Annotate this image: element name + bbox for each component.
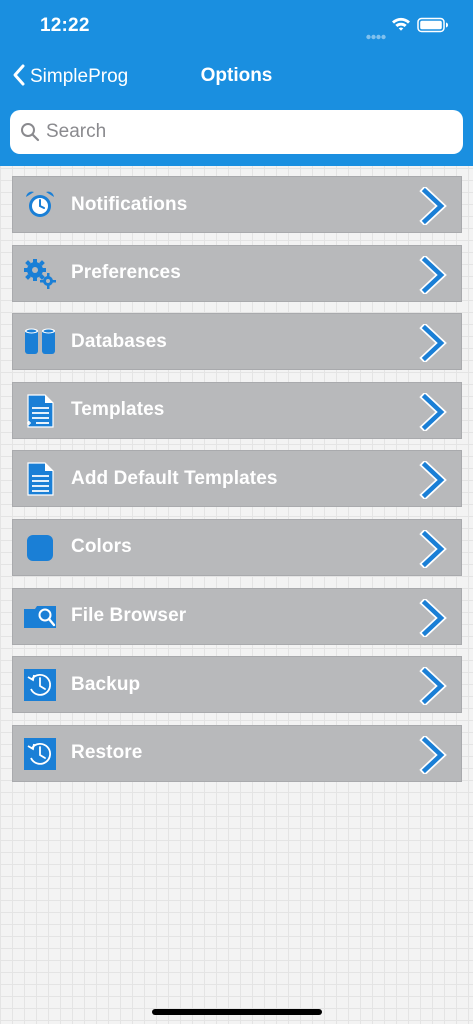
home-indicator[interactable] <box>152 1009 322 1015</box>
wifi-icon <box>391 16 411 37</box>
menu-item-add-default-templates[interactable]: Add Default Templates <box>12 450 462 508</box>
navigation-bar: SimpleProg Options <box>0 52 473 102</box>
menu-item-label: Preferences <box>71 262 181 284</box>
menu-item-label: Databases <box>71 330 167 352</box>
menu-item-label: Colors <box>71 536 132 558</box>
menu-item-restore[interactable]: Restore <box>12 724 462 782</box>
menu-item-backup[interactable]: Backup <box>12 656 462 714</box>
chevron-right-icon <box>419 322 447 364</box>
signal-icon <box>366 27 386 45</box>
menu-item-notifications[interactable]: Notifications <box>12 176 462 233</box>
options-list: Notifications Preferences Databases Temp… <box>12 176 462 793</box>
history-clock-icon <box>23 737 57 771</box>
chevron-right-icon <box>419 459 447 502</box>
search-input[interactable] <box>46 112 463 152</box>
history-clock-icon <box>23 668 57 702</box>
menu-item-label: Add Default Templates <box>71 467 278 489</box>
menu-item-preferences[interactable]: Preferences <box>12 244 462 302</box>
alarm-clock-icon <box>23 188 57 222</box>
gears-icon <box>23 257 57 291</box>
menu-item-file-browser[interactable]: File Browser <box>12 587 462 645</box>
chevron-right-icon <box>419 528 447 570</box>
menu-item-label: File Browser <box>71 605 187 627</box>
chevron-right-icon <box>419 391 447 433</box>
menu-item-databases[interactable]: Databases <box>12 313 462 371</box>
page-title: Options <box>200 65 273 86</box>
menu-item-label: Notifications <box>71 193 188 215</box>
document-icon <box>23 394 57 428</box>
chevron-right-icon <box>419 665 447 707</box>
document-icon <box>23 462 57 496</box>
database-icon <box>23 325 57 359</box>
menu-item-colors[interactable]: Colors <box>12 518 462 576</box>
color-swatch-icon <box>23 531 57 565</box>
menu-item-label: Restore <box>71 742 143 764</box>
app-header: 12:22 SimpleProg Options Search <box>0 0 473 166</box>
search-bar <box>10 110 463 154</box>
chevron-right-icon <box>419 253 447 296</box>
menu-item-label: Backup <box>71 673 141 695</box>
status-time: 12:22 <box>40 15 90 36</box>
menu-item-label: Templates <box>71 399 165 421</box>
battery-icon <box>417 17 449 38</box>
folder-search-icon <box>23 600 57 634</box>
chevron-right-icon <box>419 185 447 227</box>
status-bar: 12:22 <box>0 0 473 52</box>
menu-item-templates[interactable]: Templates <box>12 381 462 439</box>
chevron-right-icon <box>419 734 447 776</box>
chevron-right-icon <box>419 596 447 639</box>
search-icon <box>20 122 40 142</box>
